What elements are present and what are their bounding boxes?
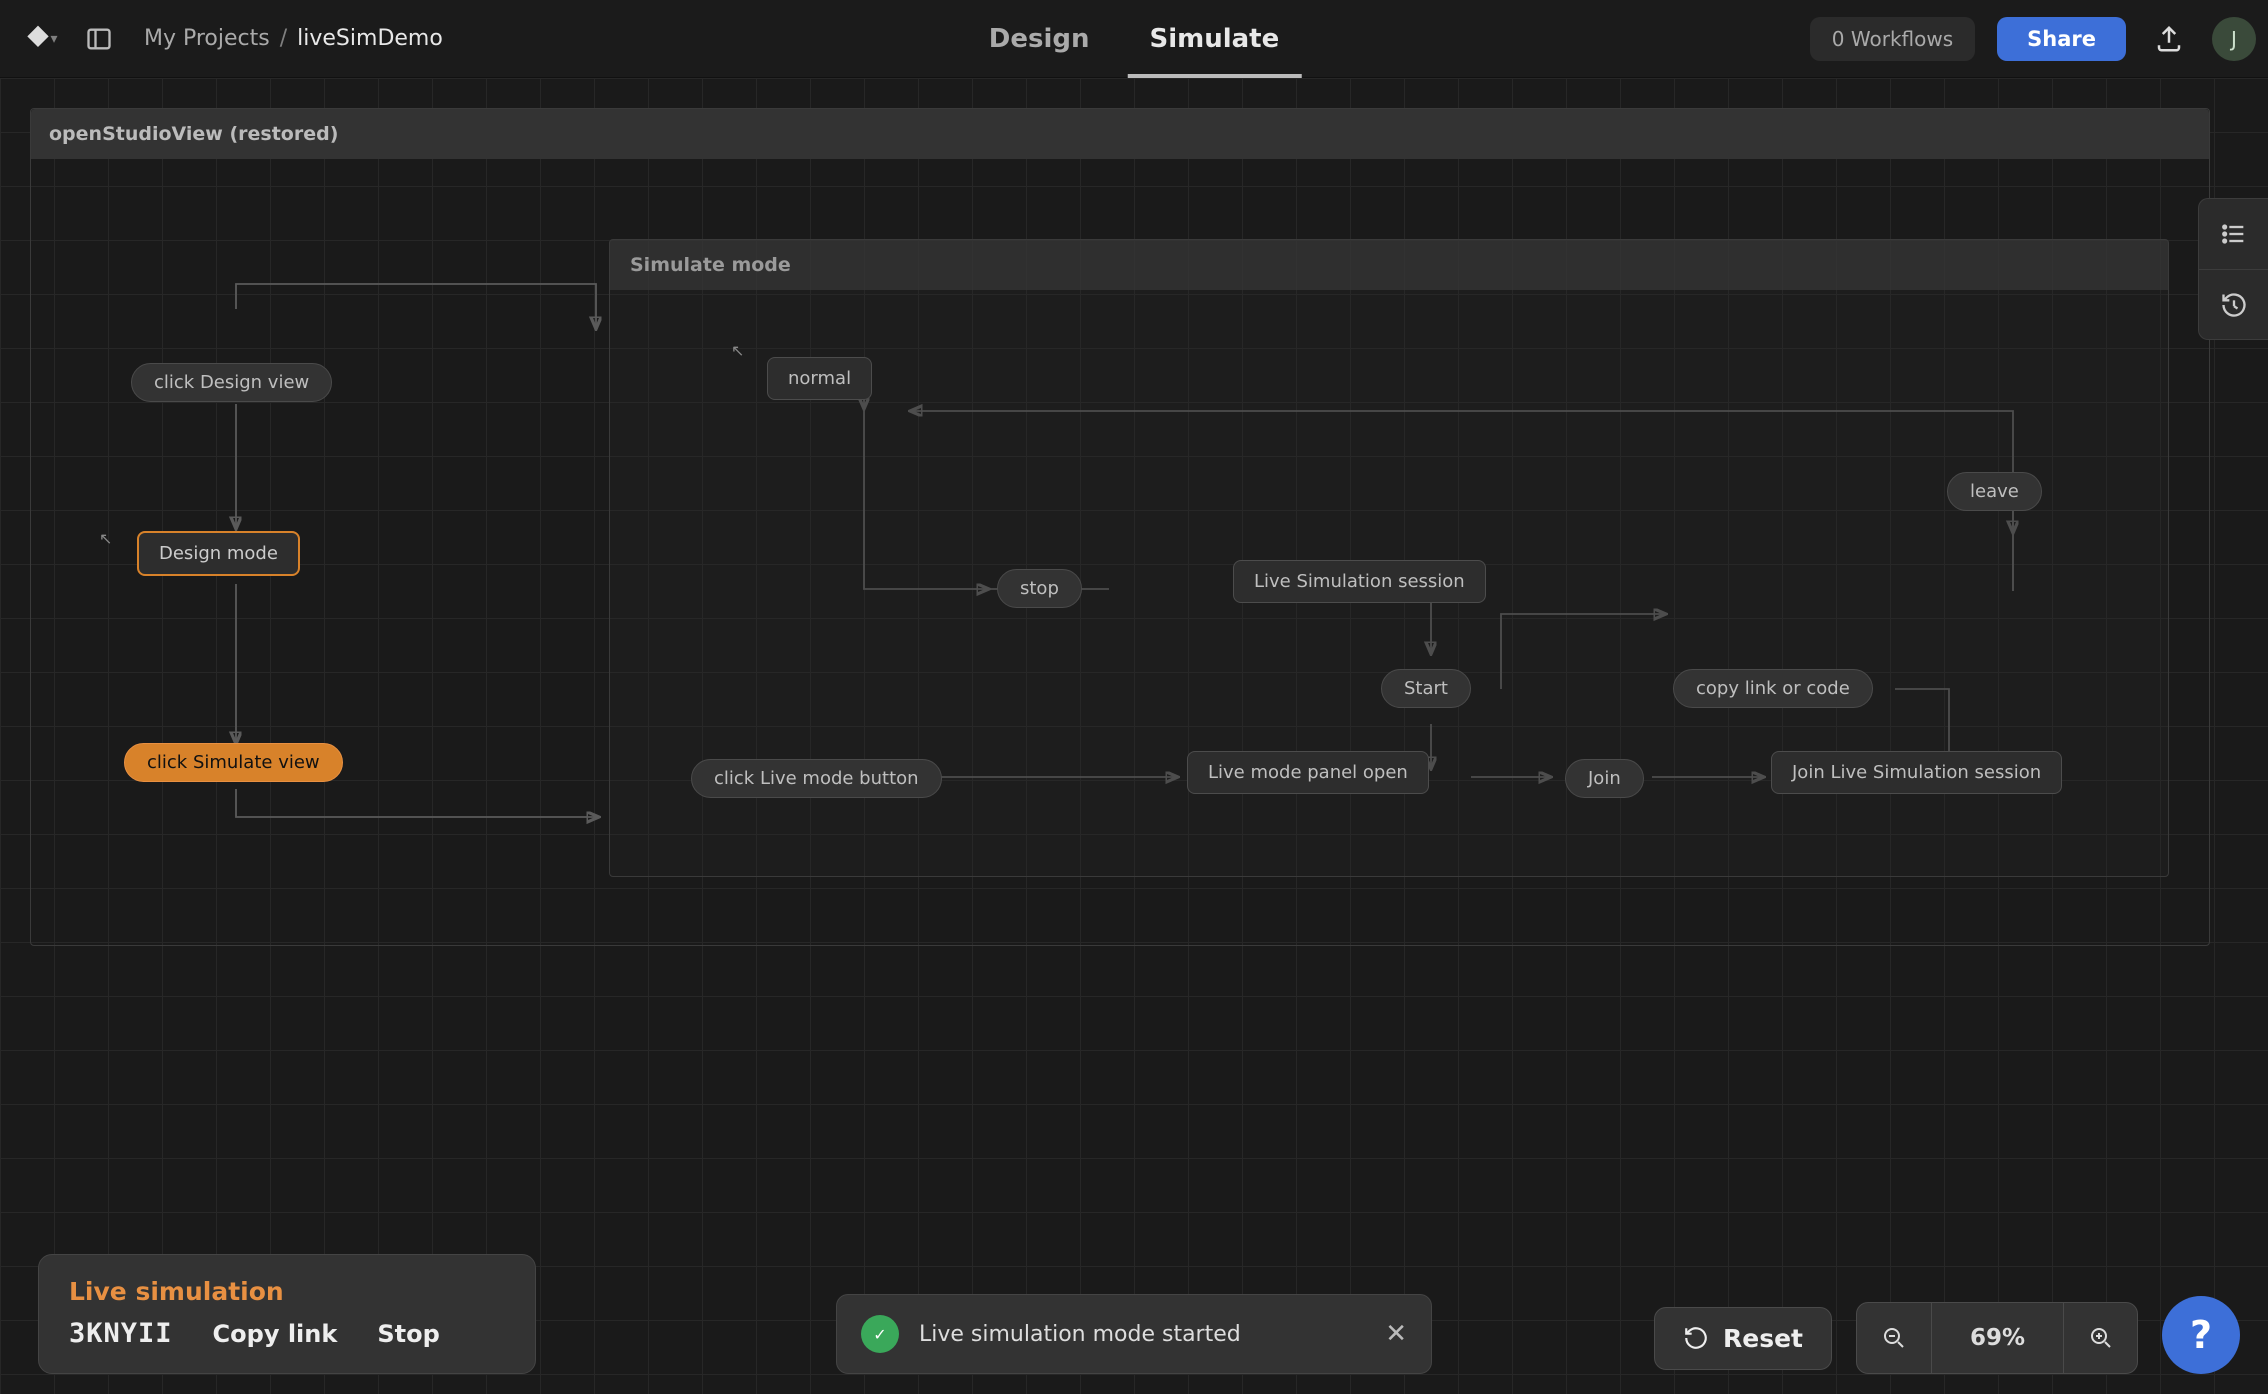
stop-button[interactable]: Stop [377, 1320, 439, 1348]
node-join-live-simulation-session[interactable]: Join Live Simulation session [1771, 751, 2062, 794]
node-design-mode[interactable]: Design mode [137, 531, 300, 576]
chip-click-design-view[interactable]: click Design view [131, 363, 332, 402]
chip-click-simulate-view[interactable]: click Simulate view [124, 743, 343, 782]
tab-design[interactable]: Design [989, 0, 1090, 78]
live-simulation-panel: Live simulation 3KNYII Copy link Stop [38, 1254, 536, 1374]
simulate-title: Simulate mode [610, 240, 2168, 290]
reset-label: Reset [1723, 1324, 1803, 1353]
zoom-in-button[interactable] [2063, 1303, 2137, 1373]
help-button[interactable]: ? [2162, 1296, 2240, 1374]
outline-icon[interactable] [2199, 199, 2268, 269]
chip-click-live-mode-button[interactable]: click Live mode button [691, 759, 942, 798]
right-rail [2198, 198, 2268, 340]
app-logo[interactable]: ▾ [12, 11, 68, 67]
live-sim-code[interactable]: 3KNYII [69, 1318, 173, 1349]
breadcrumb-sep: / [280, 26, 287, 51]
close-icon[interactable]: ✕ [1385, 1319, 1407, 1349]
toast: ✓ Live simulation mode started ✕ [836, 1294, 1432, 1374]
history-icon[interactable] [2199, 269, 2268, 339]
node-normal[interactable]: normal [767, 357, 872, 400]
zoom-value[interactable]: 69% [1931, 1303, 2063, 1373]
breadcrumb-current[interactable]: liveSimDemo [297, 26, 443, 51]
sidebar-toggle-button[interactable] [76, 16, 122, 62]
breadcrumb: My Projects / liveSimDemo [144, 26, 443, 51]
copy-link-button[interactable]: Copy link [213, 1320, 338, 1348]
export-icon[interactable] [2148, 18, 2190, 60]
live-sim-title: Live simulation [69, 1277, 505, 1306]
breadcrumb-parent[interactable]: My Projects [144, 26, 270, 51]
chip-join[interactable]: Join [1565, 759, 1644, 798]
reset-button[interactable]: Reset [1654, 1307, 1832, 1370]
chevron-down-icon: ▾ [50, 31, 57, 47]
zoom-group: 69% [1856, 1302, 2138, 1374]
view-title: openStudioView (restored) [31, 109, 2209, 159]
avatar[interactable]: J [2212, 17, 2256, 61]
zoom-out-button[interactable] [1857, 1303, 1931, 1373]
cursor-icon: ↖ [731, 341, 744, 360]
chip-stop[interactable]: stop [997, 569, 1082, 608]
node-live-mode-panel-open[interactable]: Live mode panel open [1187, 751, 1429, 794]
node-live-simulation-session[interactable]: Live Simulation session [1233, 560, 1486, 603]
chip-leave[interactable]: leave [1947, 472, 2042, 511]
share-button[interactable]: Share [1997, 17, 2126, 61]
chip-copy-link-or-code[interactable]: copy link or code [1673, 669, 1873, 708]
success-icon: ✓ [861, 1315, 899, 1353]
workflows-button[interactable]: 0 Workflows [1810, 17, 1975, 61]
cursor-icon: ↖ [99, 529, 112, 548]
tab-simulate[interactable]: Simulate [1149, 0, 1279, 78]
chip-start[interactable]: Start [1381, 669, 1471, 708]
view-frame: openStudioView (restored) [30, 108, 2210, 946]
toast-text: Live simulation mode started [919, 1322, 1365, 1347]
